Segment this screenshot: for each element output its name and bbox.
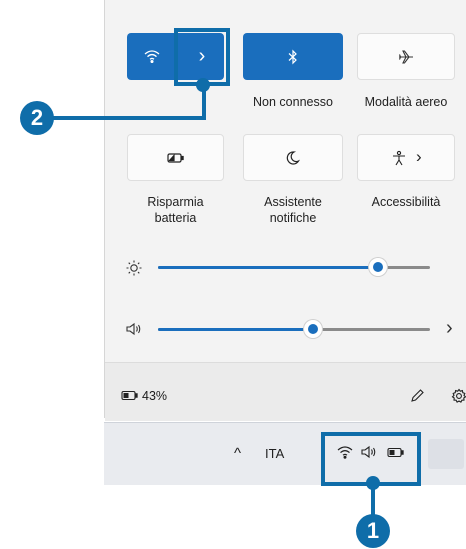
quick-settings-panel: › Non connesso Modalità aereo Risparmia …	[104, 0, 466, 421]
airplane-mode-label: Modalità aereo	[364, 95, 448, 109]
volume-icon	[125, 321, 143, 337]
focus-assist-toggle[interactable]	[243, 134, 343, 181]
bluetooth-toggle[interactable]	[243, 33, 343, 80]
volume-slider[interactable]	[158, 321, 430, 339]
accessibility-icon	[391, 150, 407, 166]
battery-saver-label-line2: batteria	[154, 211, 197, 225]
volume-more-button[interactable]: ›	[446, 317, 453, 340]
airplane-mode-toggle[interactable]	[357, 33, 455, 80]
callout-badge-2: 2	[20, 101, 54, 135]
chevron-right-icon: ›	[416, 147, 422, 166]
show-hidden-icons-button[interactable]: ^	[234, 445, 241, 462]
battery-saver-toggle[interactable]	[127, 134, 224, 181]
callout-2-dot	[196, 78, 210, 92]
quick-settings-footer: 43%	[105, 362, 466, 421]
brightness-icon	[125, 259, 143, 277]
wifi-icon	[143, 47, 161, 65]
volume-slider-thumb[interactable]	[308, 324, 318, 334]
language-indicator[interactable]: ITA	[265, 446, 284, 461]
blurred-clock[interactable]	[428, 439, 464, 469]
battery-saver-label: Risparmia batteria	[123, 194, 228, 226]
pencil-icon[interactable]	[409, 388, 425, 404]
battery-saver-label-line1: Risparmia	[147, 195, 204, 209]
battery-saver-icon	[166, 152, 185, 164]
bluetooth-icon	[286, 49, 300, 65]
accessibility-label: Accessibilità	[345, 194, 466, 210]
gear-icon[interactable]	[451, 388, 466, 404]
airplane-icon	[397, 49, 415, 65]
battery-percentage[interactable]: 43%	[142, 389, 167, 403]
focus-assist-label-line2: notifiche	[269, 211, 317, 225]
brightness-slider[interactable]	[158, 259, 430, 277]
bluetooth-label: Non connesso	[253, 95, 333, 109]
callout-1-dot	[366, 476, 380, 490]
callout-2-line-horizontal	[50, 116, 206, 120]
moon-icon	[286, 150, 300, 166]
accessibility-toggle[interactable]: ›	[357, 134, 455, 181]
battery-icon	[121, 390, 139, 401]
focus-assist-label-line1: Assistente	[264, 195, 322, 209]
brightness-slider-thumb[interactable]	[373, 262, 383, 272]
callout-badge-1: 1	[356, 514, 390, 548]
focus-assist-label: Assistente notifiche	[239, 194, 347, 226]
accessibility-label-line1: Accessibilità	[371, 195, 441, 209]
